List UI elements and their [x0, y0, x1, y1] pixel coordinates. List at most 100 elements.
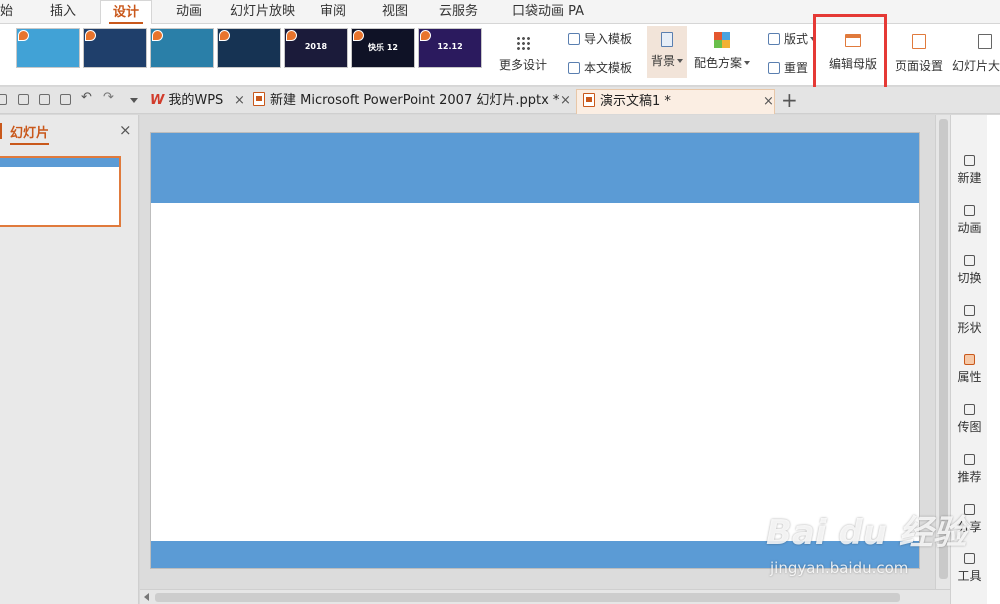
- import-template-button[interactable]: 导入模板: [568, 30, 632, 47]
- menu-review[interactable]: 审阅: [320, 0, 346, 24]
- sidebar-item-new[interactable]: 新建: [951, 155, 988, 186]
- import-template-label: 导入模板: [584, 32, 633, 46]
- tab-my-wps[interactable]: W 我的WPS ×: [150, 89, 246, 114]
- more-design-button[interactable]: 更多设计: [497, 32, 549, 73]
- sidebar-label: 传图: [957, 420, 982, 434]
- sidebar-label: 切换: [957, 271, 982, 285]
- reset-icon: [768, 62, 780, 74]
- design-template-6[interactable]: 快乐 12: [351, 28, 415, 68]
- menu-view[interactable]: 视图: [382, 0, 408, 24]
- save-icon[interactable]: [0, 94, 7, 105]
- horizontal-scrollbar[interactable]: [140, 589, 950, 604]
- sidebar-item-tools[interactable]: 工具: [951, 553, 988, 584]
- text-template-button[interactable]: 本文模板: [568, 59, 632, 76]
- wps-flame-icon: [420, 30, 431, 41]
- wps-flame-icon: [18, 30, 29, 41]
- slide-thumbnail-1[interactable]: [0, 156, 121, 227]
- text-template-label: 本文模板: [584, 61, 633, 75]
- export-pdf-icon[interactable]: [18, 94, 29, 105]
- reset-button[interactable]: 重置: [768, 59, 808, 76]
- design-template-7[interactable]: 12.12: [418, 28, 482, 68]
- sidebar-item-animation[interactable]: 动画: [951, 205, 988, 236]
- grid-icon: [516, 36, 530, 50]
- tab-my-wps-label: 我的WPS: [168, 93, 224, 108]
- sidebar-item-properties[interactable]: 属性: [951, 354, 988, 385]
- menu-cloud[interactable]: 云服务: [439, 0, 478, 24]
- sidebar-label: 工具: [957, 569, 982, 583]
- menu-insert[interactable]: 插入: [50, 0, 76, 24]
- wps-flame-icon: [219, 30, 230, 41]
- menu-design[interactable]: 设计: [100, 0, 153, 25]
- color-scheme-label: 配色方案: [693, 56, 742, 70]
- slides-panel-title[interactable]: 幻灯片: [10, 122, 50, 145]
- color-scheme-icon: [714, 32, 730, 48]
- ppt-file-icon: [583, 93, 595, 107]
- image-icon: [964, 404, 975, 415]
- close-icon[interactable]: ×: [119, 121, 132, 139]
- edit-master-highlight: [813, 14, 887, 94]
- close-icon[interactable]: ×: [763, 90, 774, 114]
- chevron-down-icon: [744, 61, 750, 65]
- new-icon: [964, 155, 975, 166]
- page-setup-label: 页面设置: [894, 59, 943, 73]
- menu-start[interactable]: 始: [0, 0, 13, 24]
- wps-logo-icon: W: [150, 93, 165, 108]
- slides-panel: 幻灯片 ×: [0, 115, 139, 604]
- redo-icon[interactable]: ↷: [103, 90, 114, 105]
- print-icon[interactable]: [39, 94, 50, 105]
- sidebar-label: 形状: [957, 321, 982, 335]
- design-template-2[interactable]: [83, 28, 147, 68]
- tab-pptx-file[interactable]: 新建 Microsoft PowerPoint 2007 幻灯片.pptx * …: [253, 89, 572, 114]
- design-template-4[interactable]: [217, 28, 281, 68]
- thumbnail-header-band: [0, 158, 119, 167]
- new-tab-plus-icon[interactable]: +: [781, 88, 798, 112]
- location-pin-icon: [964, 454, 975, 465]
- text-template-icon: [568, 62, 580, 74]
- print-preview-icon[interactable]: [60, 94, 71, 105]
- tab-presentation1[interactable]: 演示文稿1 * ×: [576, 89, 775, 114]
- sidebar-item-shape[interactable]: 形状: [951, 305, 988, 336]
- slide-size-button[interactable]: 幻灯片大: [952, 34, 1000, 74]
- sidebar-item-upload-image[interactable]: 传图: [951, 404, 988, 435]
- quick-access-dropdown-icon[interactable]: [130, 98, 138, 103]
- sidebar-label: 推荐: [957, 470, 982, 484]
- toolbox-icon: [964, 553, 975, 564]
- page-setup-button[interactable]: 页面设置: [893, 34, 945, 74]
- transition-icon: [964, 255, 975, 266]
- slide-header-band[interactable]: [151, 133, 919, 203]
- close-icon[interactable]: ×: [560, 89, 571, 113]
- layout-button[interactable]: 版式: [768, 30, 817, 47]
- wps-flame-icon: [152, 30, 163, 41]
- background-label: 背景: [650, 54, 675, 68]
- background-button[interactable]: 背景: [647, 26, 687, 78]
- slide-size-label: 幻灯片大: [952, 59, 1000, 73]
- color-scheme-button[interactable]: 配色方案: [692, 32, 752, 71]
- close-icon[interactable]: ×: [234, 89, 245, 113]
- sidebar-label: 属性: [957, 370, 982, 384]
- undo-icon[interactable]: ↶: [81, 90, 92, 105]
- menu-slideshow[interactable]: 幻灯片放映: [230, 0, 295, 24]
- slide-canvas[interactable]: [150, 132, 920, 569]
- panel-marker: [0, 123, 2, 139]
- slide-size-icon: [978, 34, 992, 49]
- wps-flame-icon: [353, 30, 364, 41]
- layout-icon: [768, 33, 780, 45]
- sidebar-item-recommend[interactable]: 推荐: [951, 454, 988, 485]
- tab-pptx-label: 新建 Microsoft PowerPoint 2007 幻灯片.pptx *: [270, 93, 560, 108]
- design-template-5[interactable]: 2018: [284, 28, 348, 68]
- wps-flame-icon: [85, 30, 96, 41]
- menu-animation[interactable]: 动画: [176, 0, 202, 24]
- shape-icon: [964, 305, 975, 316]
- design-template-3[interactable]: [150, 28, 214, 68]
- design-template-1[interactable]: [16, 28, 80, 68]
- horizontal-scroll-thumb[interactable]: [155, 593, 900, 602]
- scroll-left-icon[interactable]: [144, 593, 149, 601]
- baidu-jingyan-watermark: Bai du 经验 jingyan.baidu.com: [766, 505, 967, 577]
- document-tab-bar: ↶ ↷ W 我的WPS × 新建 Microsoft PowerPoint 200…: [0, 87, 1000, 114]
- sidebar-item-transition[interactable]: 切换: [951, 255, 988, 286]
- properties-icon: [964, 354, 975, 365]
- ppt-file-icon: [253, 92, 265, 106]
- menu-pocket-animation[interactable]: 口袋动画 PA: [512, 0, 584, 24]
- right-edge-panel: [987, 115, 1000, 604]
- watermark-url: jingyan.baidu.com: [770, 559, 909, 577]
